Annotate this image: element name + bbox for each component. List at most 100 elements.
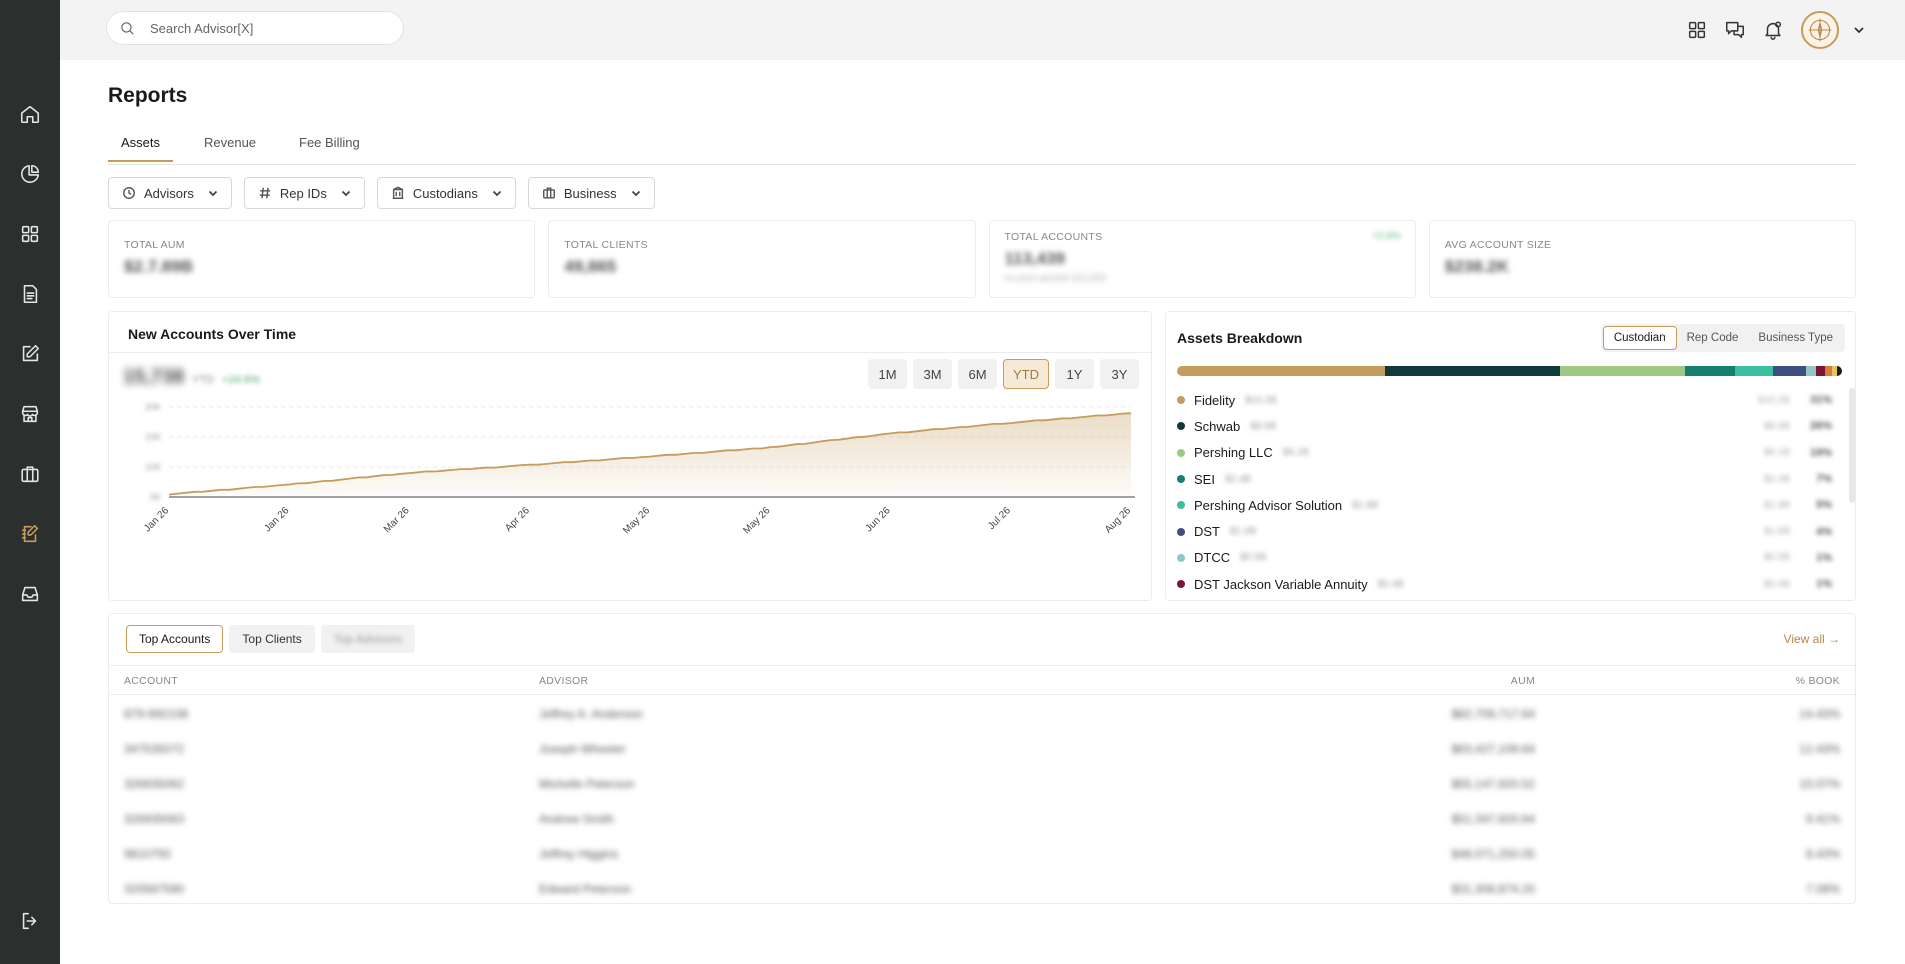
- cell-account[interactable]: 326935062: [124, 777, 184, 791]
- home-icon[interactable]: [12, 96, 48, 132]
- x-tick-label: Mar 26: [382, 505, 412, 535]
- breakdown-item-name: DTCC: [1194, 550, 1231, 566]
- range-ytd[interactable]: YTD: [1003, 359, 1049, 389]
- tab-top-clients[interactable]: Top Clients: [229, 625, 315, 653]
- cell-account[interactable]: 320587590: [124, 882, 184, 896]
- stacked-bar-segment[interactable]: [1735, 366, 1773, 376]
- breakdown-item[interactable]: SEI $2.4B $2.4B 7%: [1177, 466, 1842, 492]
- scrollbar[interactable]: [1849, 388, 1855, 503]
- breakdown-item[interactable]: Pershing Advisor Solution $1.8B $1.8B 5%: [1177, 492, 1842, 518]
- breakdown-item[interactable]: Schwab $8.6B $8.6B 26%: [1177, 413, 1842, 439]
- breakdown-item[interactable]: DST Jackson Variable Annuity $0.4B $0.4B 1%: [1177, 571, 1842, 597]
- document-icon[interactable]: [12, 276, 48, 312]
- stacked-bar-segment[interactable]: [1816, 366, 1826, 376]
- breakdown-item-percent: 1%: [1816, 551, 1832, 564]
- cell-account[interactable]: 879-992108: [124, 707, 188, 721]
- stacked-bar-segment[interactable]: [1177, 366, 1386, 376]
- column-advisor[interactable]: ADVISOR: [539, 675, 588, 687]
- legend-dot: [1177, 580, 1185, 589]
- search-box[interactable]: [106, 11, 404, 45]
- cell-advisor: Jeffrey Higgins: [539, 847, 619, 861]
- advisors-filter[interactable]: Advisors: [108, 177, 232, 209]
- breakdown-item-amount: $10.2B: [1245, 394, 1277, 406]
- stacked-bar-segment[interactable]: [1772, 366, 1807, 376]
- compass-logo-icon: [1808, 18, 1832, 42]
- breakdown-item-percent: 4%: [1816, 525, 1832, 538]
- kpi-label: TOTAL CLIENTS: [564, 239, 648, 251]
- tab-top-accounts[interactable]: Top Accounts: [126, 625, 224, 653]
- column-book[interactable]: % BOOK: [1796, 675, 1840, 687]
- chevron-down-icon[interactable]: [1853, 23, 1867, 37]
- breakdown-item[interactable]: Pershing LLC $6.1B $6.1B 19%: [1177, 440, 1842, 466]
- column-aum[interactable]: AUM: [1511, 675, 1535, 687]
- breakdown-item[interactable]: DTCC $0.5B $0.5B 1%: [1177, 545, 1842, 571]
- breakdown-item-name: Pershing Advisor Solution: [1194, 497, 1343, 513]
- business-filter[interactable]: Business: [527, 177, 655, 209]
- search-icon: [121, 21, 134, 35]
- store-icon[interactable]: [12, 396, 48, 432]
- x-tick-label: Jan 26: [142, 505, 171, 534]
- range-6m[interactable]: 6M: [958, 359, 997, 389]
- view-all-link[interactable]: View all →: [1784, 632, 1840, 646]
- chevron-down-icon: [631, 190, 640, 197]
- toggle-business-type[interactable]: Business Type: [1748, 326, 1843, 350]
- tab-revenue[interactable]: Revenue: [204, 135, 256, 160]
- tab-top-advisors[interactable]: Top Advisors: [320, 625, 415, 653]
- range-1m[interactable]: 1M: [868, 359, 907, 389]
- cell-advisor: Jeffrey A. Anderson: [539, 707, 643, 721]
- breakdown-item-percent: 1%: [1816, 578, 1832, 591]
- range-1y[interactable]: 1Y: [1055, 359, 1094, 389]
- rep-ids-filter[interactable]: Rep IDs: [243, 177, 365, 209]
- table-row[interactable]: 347535072 Joseph Wheeler $63,427,109.64 12.…: [109, 731, 1855, 766]
- custodians-filter-label: Custodians: [412, 185, 478, 201]
- column-account[interactable]: ACCOUNT: [124, 675, 178, 687]
- cell-book: 9.41%: [1805, 812, 1840, 826]
- cell-account[interactable]: 347535072: [124, 742, 184, 756]
- table-row[interactable]: 326935062 Michelle Peterson $55,147,920.52…: [109, 766, 1855, 801]
- pie-chart-icon[interactable]: [12, 156, 48, 192]
- range-3m[interactable]: 3M: [913, 359, 952, 389]
- toggle-custodian[interactable]: Custodian: [1602, 326, 1677, 350]
- page-title: Reports: [108, 84, 188, 107]
- user-avatar[interactable]: [1801, 11, 1839, 49]
- search-input[interactable]: [150, 20, 380, 36]
- edit-icon[interactable]: [12, 336, 48, 372]
- breakdown-item[interactable]: Fidelity $10.2B $10.2B 31%: [1177, 387, 1842, 413]
- table-row[interactable]: 879-992108 Jeffrey A. Anderson $82,709,717…: [109, 696, 1855, 731]
- toggle-rep-code[interactable]: Rep Code: [1677, 326, 1749, 350]
- briefcase-icon: [542, 187, 555, 199]
- table-row[interactable]: 320587590 Edward Peterson $31,308,874.20 7.…: [109, 871, 1855, 906]
- kpi-label: TOTAL AUM: [124, 239, 185, 251]
- cell-account[interactable]: 326935063: [124, 812, 184, 826]
- cell-account[interactable]: 9810750: [124, 847, 171, 861]
- table-row[interactable]: 326935063 Andrew Smith $51,347,920.64 9.41%: [109, 801, 1855, 836]
- tab-assets[interactable]: Assets: [108, 135, 174, 162]
- notification-bell-icon[interactable]: [1761, 18, 1785, 42]
- stacked-bar-segment[interactable]: [1836, 366, 1842, 376]
- stacked-bar-segment[interactable]: [1806, 366, 1817, 376]
- apps-grid-icon[interactable]: [1685, 18, 1709, 42]
- messages-icon[interactable]: [1723, 18, 1747, 42]
- table-row[interactable]: 9810750 Jeffrey Higgins $48,071,250.05 8.43…: [109, 836, 1855, 871]
- breakdown-item-value: $1.6B: [1763, 526, 1790, 538]
- custodians-filter[interactable]: Custodians: [376, 177, 516, 209]
- stacked-bar-segment[interactable]: [1685, 366, 1736, 376]
- kpi-label: AVG ACCOUNT SIZE: [1444, 239, 1552, 251]
- dashboard-grid-icon[interactable]: [12, 216, 48, 252]
- reports-icon[interactable]: [12, 516, 48, 552]
- breakdown-item-amount: $1.8B: [1352, 499, 1379, 511]
- divider: [109, 352, 1151, 353]
- breakdown-item-amount: $6.1B: [1282, 447, 1309, 459]
- cell-aum: $55,147,920.52: [1451, 777, 1535, 791]
- briefcase-icon[interactable]: [12, 456, 48, 492]
- inbox-icon[interactable]: [12, 576, 48, 612]
- tab-fee-billing[interactable]: Fee Billing: [299, 135, 360, 160]
- logout-icon[interactable]: [12, 903, 48, 939]
- stacked-bar-segment[interactable]: [1385, 366, 1561, 376]
- breakdown-item[interactable]: DST $1.6B $1.6B 4%: [1177, 518, 1842, 544]
- breakdown-item-amount: $1.6B: [1230, 526, 1257, 538]
- stacked-bar-segment[interactable]: [1825, 366, 1832, 376]
- chart-headline-change: +24.6%: [222, 374, 260, 386]
- range-3y[interactable]: 3Y: [1100, 359, 1139, 389]
- stacked-bar-segment[interactable]: [1560, 366, 1686, 376]
